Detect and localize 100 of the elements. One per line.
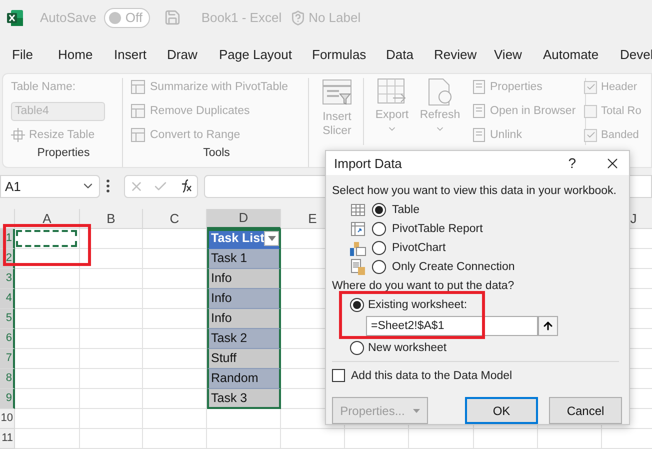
radio-button[interactable] — [372, 202, 386, 216]
sheet-cell[interactable] — [143, 408, 207, 429]
option-label[interactable]: New worksheet — [368, 338, 447, 357]
menu-tab[interactable]: View — [494, 46, 522, 62]
sheet-cell[interactable] — [80, 428, 143, 449]
sheet-cell[interactable] — [15, 268, 80, 289]
menu-tab[interactable]: Automate — [543, 46, 599, 62]
convert-range-icon — [131, 128, 146, 143]
collapse-dialog-button[interactable] — [538, 316, 558, 336]
row-header[interactable]: 9 — [0, 388, 15, 409]
table-cell: Task 2 — [207, 328, 281, 349]
row-header[interactable]: 10 — [0, 408, 15, 429]
sheet-cell[interactable] — [80, 268, 143, 289]
tick-icon — [586, 82, 596, 92]
location-prompt: Where do you want to put the data? — [332, 278, 516, 294]
sheet-cell[interactable] — [281, 428, 345, 449]
radio-button[interactable] — [350, 298, 364, 312]
table-cell: Task 1 — [207, 248, 281, 269]
radio-button[interactable] — [372, 222, 386, 236]
ok-button[interactable]: OK — [465, 397, 538, 424]
sheet-cell[interactable] — [80, 328, 143, 349]
sheet-cell[interactable] — [143, 428, 207, 449]
option-label[interactable]: PivotChart — [392, 238, 446, 257]
option-label[interactable]: Only Create Connection — [392, 257, 515, 276]
autosave-label: AutoSave — [40, 10, 96, 26]
radio-button[interactable] — [372, 240, 386, 254]
row-header[interactable]: 4 — [0, 288, 15, 309]
table-cell: Stuff — [207, 348, 281, 369]
menu-tab[interactable]: Page Layout — [219, 46, 292, 62]
caret-icon — [268, 236, 276, 241]
sheet-cell[interactable] — [15, 308, 80, 329]
sheet-cell[interactable] — [80, 288, 143, 309]
menu-tab[interactable]: Insert — [114, 46, 147, 62]
option-label[interactable]: PivotTable Report — [392, 219, 483, 238]
sheet-cell[interactable] — [345, 428, 409, 449]
menu-tab[interactable]: Home — [58, 46, 93, 62]
sheet-cell[interactable] — [207, 408, 281, 429]
pivot-chart-icon — [350, 240, 366, 256]
menu-tab[interactable]: Review — [434, 46, 477, 62]
sheet-cell[interactable] — [15, 288, 80, 309]
sheet-cell[interactable] — [80, 408, 143, 429]
sheet-cell[interactable] — [474, 428, 538, 449]
table-name-label: Table Name: — [11, 80, 77, 96]
sheet-cell[interactable] — [80, 388, 143, 409]
name-box[interactable]: A1 — [0, 174, 100, 198]
sheet-cell[interactable] — [15, 348, 80, 369]
checkbox-label[interactable]: Add this data to the Data Model — [351, 366, 512, 385]
option-label[interactable]: Table — [392, 200, 420, 219]
row-header[interactable]: 3 — [0, 268, 15, 289]
sheet-cell[interactable] — [80, 368, 143, 389]
row-header[interactable]: 5 — [0, 308, 15, 329]
radio-button[interactable] — [350, 340, 364, 354]
table-cell: Info — [207, 288, 281, 309]
sheet-cell[interactable] — [15, 228, 80, 249]
more-icon — [106, 179, 110, 194]
menu-tab[interactable]: Devel — [620, 46, 652, 62]
cancel-button[interactable]: Cancel — [549, 397, 622, 424]
row-header[interactable]: 6 — [0, 328, 15, 349]
connection-icon — [351, 258, 365, 274]
sheet-cell[interactable] — [15, 388, 80, 409]
sheet-cell[interactable] — [15, 248, 80, 269]
arrow-up-icon — [542, 320, 554, 332]
sheet-cell[interactable] — [538, 428, 602, 449]
help-button[interactable]: ? — [568, 155, 576, 171]
refresh-icon — [426, 78, 454, 106]
sheet-cell[interactable] — [15, 368, 80, 389]
sheet-cell[interactable] — [15, 408, 80, 429]
menu-tab[interactable]: File — [12, 46, 33, 62]
row-header[interactable]: 7 — [0, 348, 15, 369]
option-label[interactable]: Existing worksheet: — [368, 295, 468, 314]
dialog-title: Import Data — [334, 156, 403, 170]
table-header-cell: Task List — [207, 228, 281, 249]
radio-button[interactable] — [372, 260, 386, 274]
column-header[interactable]: D — [207, 208, 281, 229]
column-header[interactable]: B — [80, 208, 143, 229]
checkbox[interactable] — [332, 369, 345, 382]
reference-field[interactable]: =Sheet2!$A$1 — [366, 316, 538, 336]
sheet-cell[interactable] — [80, 228, 143, 249]
copy-marquee — [16, 230, 77, 247]
window-title: Book1 - Excel — [201, 10, 282, 26]
save-icon[interactable] — [164, 9, 182, 26]
menu-tab[interactable]: Data — [386, 46, 414, 62]
sheet-cell[interactable] — [15, 328, 80, 349]
sheet-cell[interactable] — [80, 308, 143, 329]
sheet-cell[interactable] — [80, 248, 143, 269]
pivot-table-icon — [351, 222, 365, 236]
row-header[interactable]: 11 — [0, 428, 15, 449]
sheet-cell[interactable] — [15, 428, 80, 449]
excel-logo-icon — [6, 8, 24, 27]
menu-tab[interactable]: Draw — [167, 46, 198, 62]
export-icon — [377, 78, 407, 106]
sheet-cell[interactable] — [80, 348, 143, 369]
menu-tab[interactable]: Formulas — [312, 46, 366, 62]
row-header[interactable]: 8 — [0, 368, 15, 389]
sheet-cell[interactable] — [409, 428, 474, 449]
column-header[interactable]: C — [143, 208, 207, 229]
filter-dropdown-button[interactable] — [264, 230, 280, 246]
table-cell: Random — [207, 368, 281, 389]
table-cell: Info — [207, 268, 281, 289]
sheet-cell[interactable] — [207, 428, 281, 449]
